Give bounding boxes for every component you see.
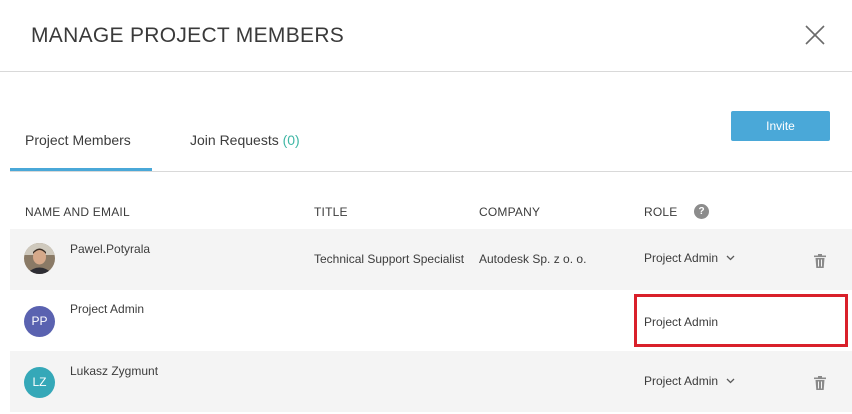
table-row: LZ Lukasz Zygmunt Project Admin — [10, 351, 852, 412]
column-header-role: ROLE — [644, 205, 678, 219]
tab-join-requests[interactable]: Join Requests (0) — [190, 132, 300, 148]
role-value: Project Admin — [644, 374, 719, 388]
active-tab-indicator — [10, 168, 152, 171]
member-company: Autodesk Sp. z o. o. — [479, 252, 587, 266]
highlight-annotation-box — [634, 294, 848, 347]
member-name: Lukasz Zygmunt — [70, 364, 159, 378]
avatar: LZ — [24, 367, 55, 398]
column-header-company: COMPANY — [479, 205, 541, 219]
table-row: Pawel.Potyrala Technical Support Special… — [10, 229, 852, 290]
user-photo-icon — [24, 243, 55, 274]
tab-project-members[interactable]: Project Members — [25, 132, 131, 148]
member-name: Project Admin — [70, 302, 145, 316]
trash-icon[interactable] — [812, 375, 828, 391]
invite-button[interactable]: Invite — [731, 111, 830, 141]
column-header-title: TITLE — [314, 205, 348, 219]
tab-join-requests-label: Join Requests — [190, 132, 279, 148]
trash-icon[interactable] — [812, 253, 828, 269]
member-title: Technical Support Specialist — [314, 252, 465, 266]
role-value: Project Admin — [644, 251, 719, 265]
dialog-header: MANAGE PROJECT MEMBERS — [0, 0, 852, 72]
help-icon[interactable]: ? — [694, 204, 709, 219]
close-icon[interactable] — [804, 24, 826, 46]
role-dropdown[interactable]: Project Admin — [644, 374, 735, 388]
chevron-down-icon — [726, 255, 735, 261]
member-name: Pawel.Potyrala — [70, 242, 151, 256]
join-requests-count: (0) — [282, 132, 300, 148]
avatar — [24, 243, 55, 274]
tab-bar: Project Members Join Requests (0) — [10, 110, 852, 172]
role-dropdown[interactable]: Project Admin — [644, 251, 735, 265]
chevron-down-icon — [726, 378, 735, 384]
dialog-title: MANAGE PROJECT MEMBERS — [31, 24, 345, 47]
column-header-name-email: NAME AND EMAIL — [25, 205, 130, 219]
avatar: PP — [24, 306, 55, 337]
